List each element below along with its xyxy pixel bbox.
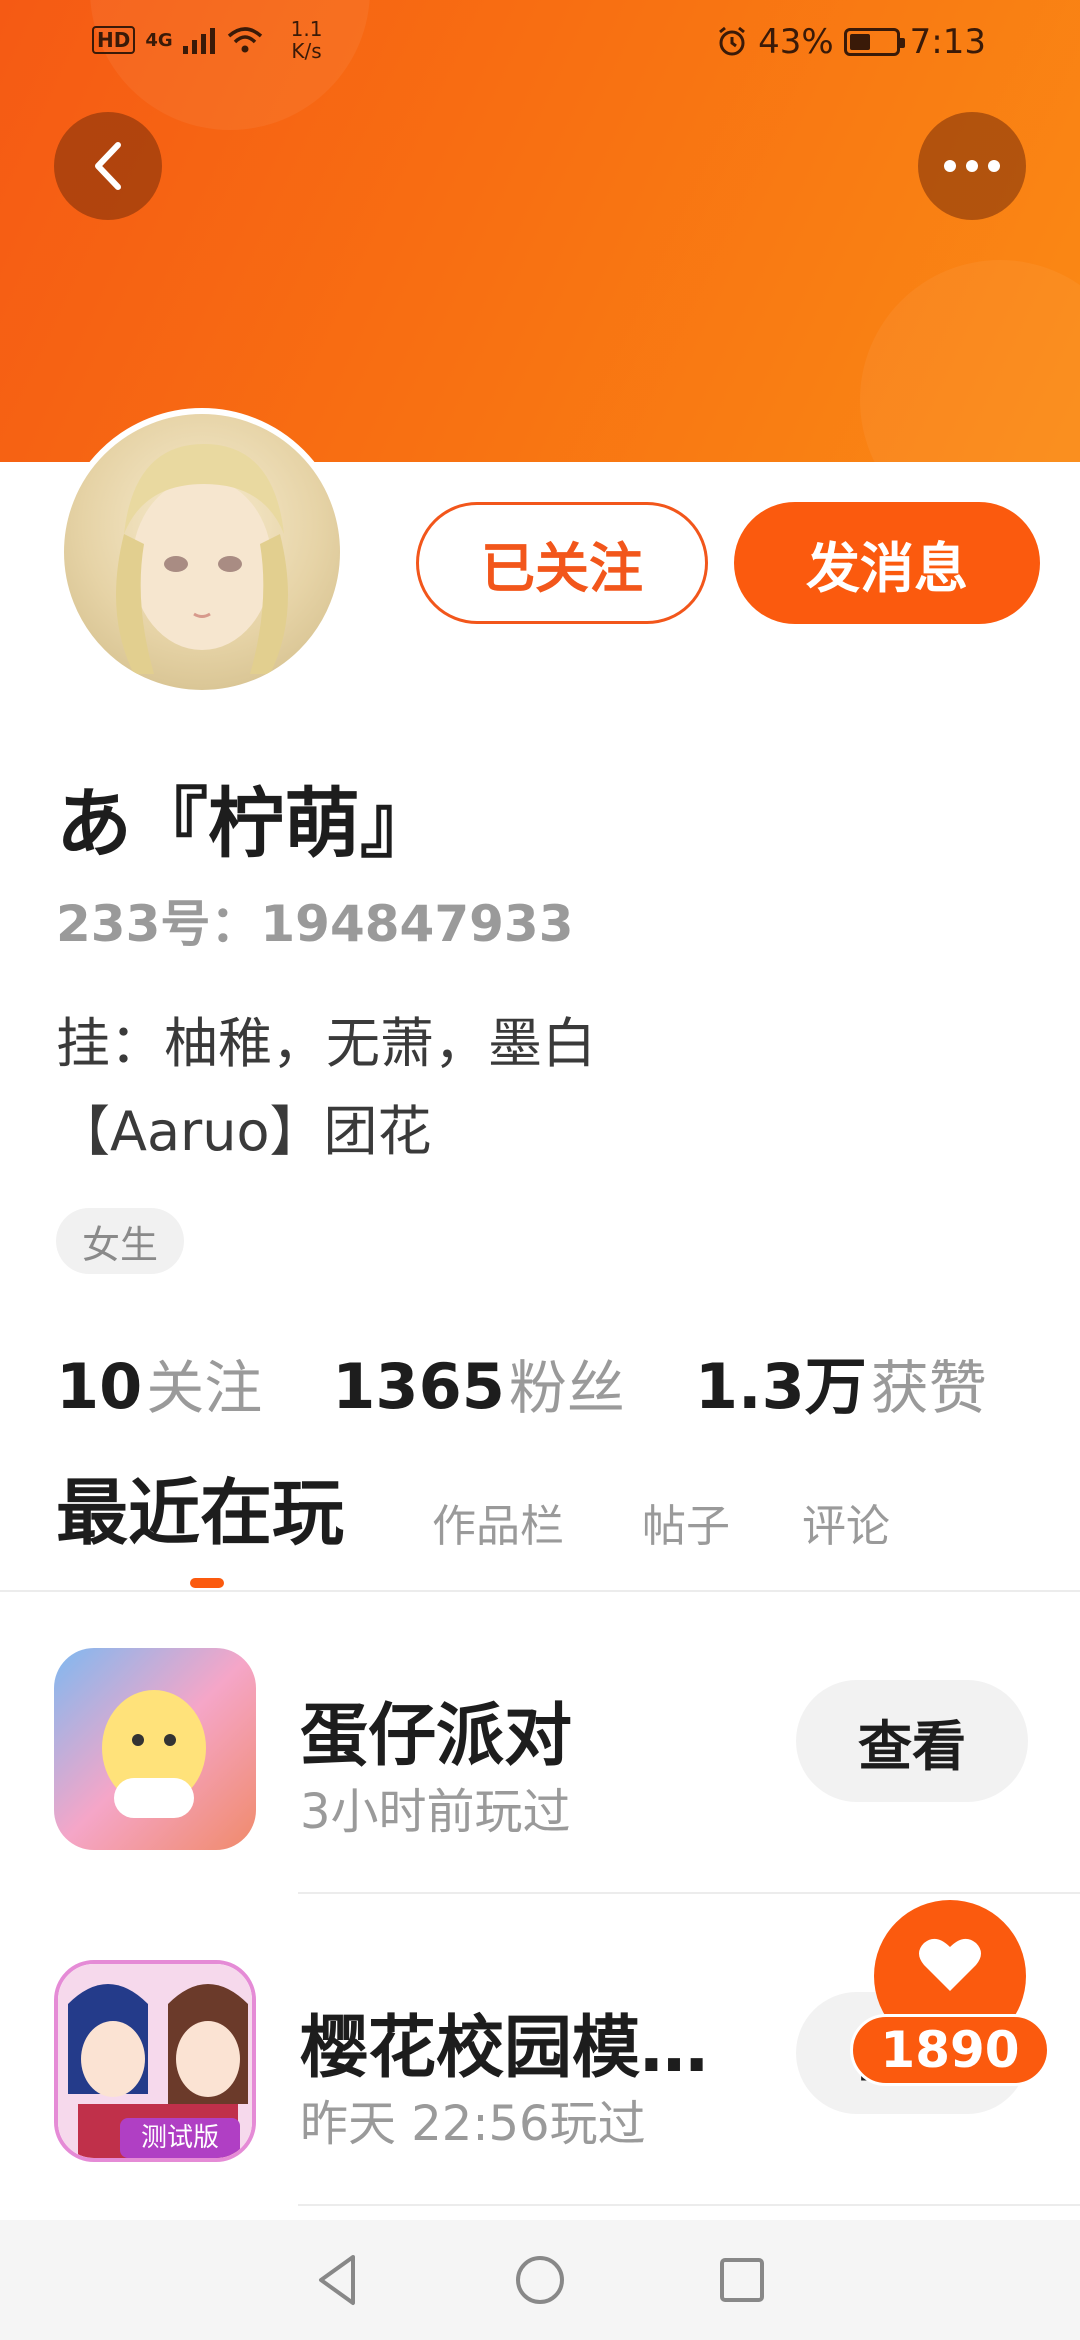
bio-line: 挂：柚稚，无萧，墨白 xyxy=(56,1012,596,1075)
stat-number: 10 xyxy=(56,1350,143,1423)
network-speed: 1.1 K/s xyxy=(291,18,323,62)
avatar-illustration xyxy=(116,444,288,674)
game-name: 樱花校园模… xyxy=(300,2009,709,2088)
gender-tag: 女生 xyxy=(56,1208,185,1274)
status-left: HD 4G 1.1 K/s xyxy=(92,18,322,62)
signal-icon xyxy=(182,28,215,54)
user-id: 233号：194847933 xyxy=(56,895,574,953)
game-badge: 测试版 xyxy=(141,2123,219,2153)
system-navigation-bar xyxy=(0,2220,1080,2340)
divider xyxy=(298,1892,1080,1894)
chevron-left-icon xyxy=(95,142,121,190)
stat-following[interactable]: 10 关注 xyxy=(56,1341,262,1425)
stat-label: 粉丝 xyxy=(508,1354,625,1422)
bio: 挂：柚稚，无萧，墨白 【Aaruo】团花 xyxy=(56,1000,956,1176)
tab-works[interactable]: 作品栏 xyxy=(432,1490,564,1554)
stat-label: 关注 xyxy=(146,1354,263,1422)
followed-button[interactable]: 已关注 xyxy=(416,502,708,624)
tab-posts[interactable]: 帖子 xyxy=(642,1490,730,1554)
more-horizontal-icon xyxy=(944,160,1000,172)
game-icon-egg-party xyxy=(54,1648,256,1850)
decorative-bubble xyxy=(860,260,1080,462)
recents-square-icon[interactable] xyxy=(717,2255,767,2305)
battery-percent: 43% xyxy=(758,22,834,62)
divider xyxy=(298,2204,1080,2206)
tab-active-indicator xyxy=(190,1578,224,1588)
send-message-button[interactable]: 发消息 xyxy=(734,502,1040,624)
back-triangle-icon[interactable] xyxy=(313,2253,363,2307)
like-floating-button[interactable]: 1890 xyxy=(850,1900,1050,2120)
game-icon-sakura-school: 测试版 xyxy=(54,1960,256,2162)
speed-unit: K/s xyxy=(291,39,322,63)
stat-fans[interactable]: 1365 粉丝 xyxy=(332,1341,625,1425)
list-item[interactable]: 蛋仔派对 3小时前玩过 查看 xyxy=(0,1594,1080,1894)
game-name: 蛋仔派对 xyxy=(300,1697,573,1776)
stat-number: 1365 xyxy=(332,1350,505,1423)
profile-stats: 10 关注 1365 粉丝 1.3万 获赞 xyxy=(56,1336,987,1426)
avatar[interactable] xyxy=(58,408,346,696)
clock: 7:13 xyxy=(909,22,986,62)
tab-comments[interactable]: 评论 xyxy=(802,1490,890,1554)
back-button[interactable] xyxy=(54,112,162,220)
hd-indicator: HD xyxy=(92,26,136,54)
home-circle-icon[interactable] xyxy=(513,2253,567,2307)
speed-value: 1.1 xyxy=(290,17,323,41)
username: あ『柠萌』 xyxy=(56,779,436,868)
status-right: 43% 7:13 xyxy=(716,22,986,62)
view-button[interactable]: 查看 xyxy=(796,1680,1028,1802)
more-button[interactable] xyxy=(918,112,1026,220)
bio-line: 【Aaruo】团花 xyxy=(56,1100,432,1163)
like-count: 1890 xyxy=(850,2014,1050,2086)
battery-icon xyxy=(843,28,905,56)
tab-recently-played[interactable]: 最近在玩 xyxy=(56,1454,344,1559)
game-last-played: 昨天 22:56玩过 xyxy=(300,2096,646,2152)
stat-label: 获赞 xyxy=(870,1354,987,1422)
status-bar: HD 4G 1.1 K/s 43% 7:13 xyxy=(0,0,1080,84)
network-type: 4G xyxy=(145,29,173,51)
alarm-icon xyxy=(719,26,745,56)
wifi-icon xyxy=(227,27,262,53)
stat-likes[interactable]: 1.3万 获赞 xyxy=(695,1336,987,1426)
stat-number: 1.3万 xyxy=(694,1350,867,1423)
game-last-played: 3小时前玩过 xyxy=(300,1784,571,1840)
heart-icon xyxy=(919,1938,981,1991)
profile-tabs: 最近在玩 作品栏 帖子 评论 xyxy=(0,1460,1080,1592)
